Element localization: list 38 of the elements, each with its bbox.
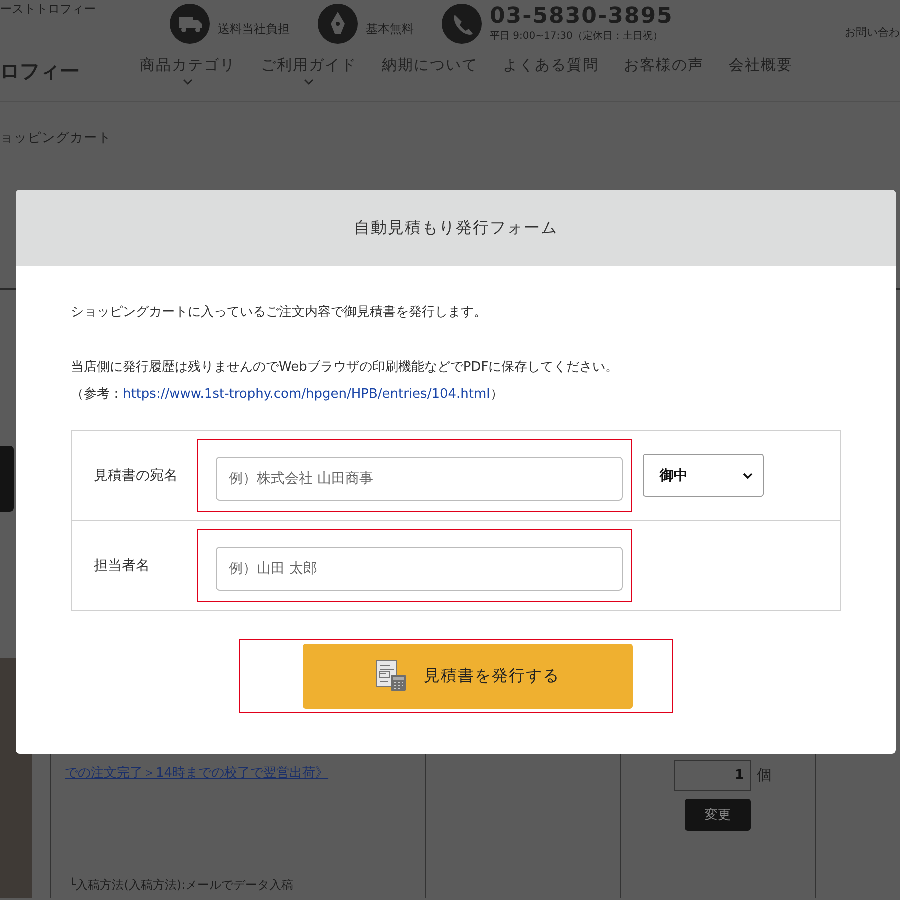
- reference-note: （参考：https://www.1st-trophy.com/hpgen/HPB/entries/104.html）: [71, 386, 504, 404]
- item-option: └入稿方法(入稿方法):メールでデータ入稿: [69, 877, 411, 894]
- site-logo[interactable]: ロフィー: [0, 58, 140, 85]
- nav-item[interactable]: ご利用ガイド: [261, 56, 357, 85]
- side-panel: [0, 446, 14, 512]
- contact-link[interactable]: お問い合わ: [845, 24, 900, 40]
- nav-item[interactable]: お客様の声: [624, 56, 704, 75]
- feature-text: 送料当社負担: [218, 20, 290, 38]
- reference-link[interactable]: https://www.1st-trophy.com/hpgen/HPB/entries/104.html: [123, 387, 490, 402]
- pen-nib-icon: [318, 4, 358, 44]
- dialog-title: 自動見積もり発行フォーム: [354, 218, 558, 238]
- business-hours: 平日 9:00~17:30（定休日：土日祝）: [490, 30, 664, 43]
- site-tagline: ーストトロフィー: [0, 0, 97, 18]
- nav-item[interactable]: 商品カテゴリ: [140, 56, 236, 85]
- chevron-down-icon: [183, 79, 193, 85]
- truck-icon: [170, 4, 210, 44]
- info-text: ショッピングカートに入っているご注文内容で御見積書を発行します。: [71, 304, 488, 322]
- phone-number: 03-5830-3895: [490, 5, 674, 29]
- breadcrumb: ョッピングカート: [0, 131, 112, 146]
- feature-text: 基本無料: [366, 20, 414, 38]
- update-button[interactable]: 変更: [685, 799, 751, 831]
- info-text: 当店側に発行履歴は残りませんのでWebブラウザの印刷機能などでPDFに保存してください。: [71, 359, 620, 377]
- document-calculator-icon: [376, 660, 408, 692]
- text-field[interactable]: 例）山田 太郎: [216, 547, 623, 591]
- honorific-select[interactable]: 御中: [643, 454, 764, 497]
- quantity-unit: 個: [757, 766, 772, 785]
- issue-estimate-button[interactable]: 見積書を発行する: [303, 644, 633, 708]
- phone-icon: [442, 4, 482, 44]
- quantity-field[interactable]: 1: [674, 760, 751, 791]
- nav-item[interactable]: よくある質問: [503, 56, 599, 75]
- text-field[interactable]: 例）株式会社 山田商事: [216, 457, 623, 501]
- nav-item[interactable]: 会社概要: [729, 56, 793, 75]
- caret-icon: [743, 472, 753, 478]
- item-link[interactable]: での注文完了＞14時までの校了で翌営出荷》: [65, 764, 411, 782]
- nav-item[interactable]: 納期について: [382, 56, 478, 75]
- field-label: 担当者名: [93, 556, 151, 574]
- chevron-down-icon: [304, 79, 314, 85]
- field-label: 見積書の宛名: [93, 466, 179, 484]
